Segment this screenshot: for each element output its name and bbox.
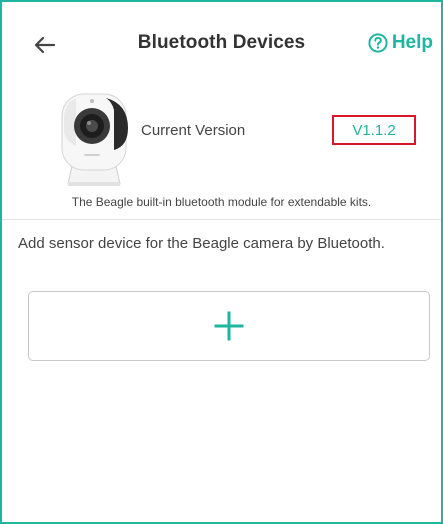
device-description: The Beagle built-in bluetooth module for… <box>71 195 372 209</box>
plus-icon <box>214 311 244 341</box>
add-device-description: Add sensor device for the Beagle camera … <box>18 235 385 252</box>
question-circle-icon <box>368 33 388 53</box>
help-button[interactable]: Help <box>368 32 433 54</box>
section-divider <box>2 219 441 220</box>
help-label: Help <box>391 32 433 53</box>
add-device-button[interactable] <box>28 291 430 361</box>
app-screen: Bluetooth Devices Help Current Version V… <box>0 0 443 524</box>
device-info: Current Version V1.1.2 The Beagle built-… <box>2 82 441 217</box>
version-value: V1.1.2 <box>332 115 416 145</box>
header: Bluetooth Devices Help <box>2 2 441 82</box>
camera-image <box>61 93 128 186</box>
version-label: Current Version <box>141 122 246 139</box>
